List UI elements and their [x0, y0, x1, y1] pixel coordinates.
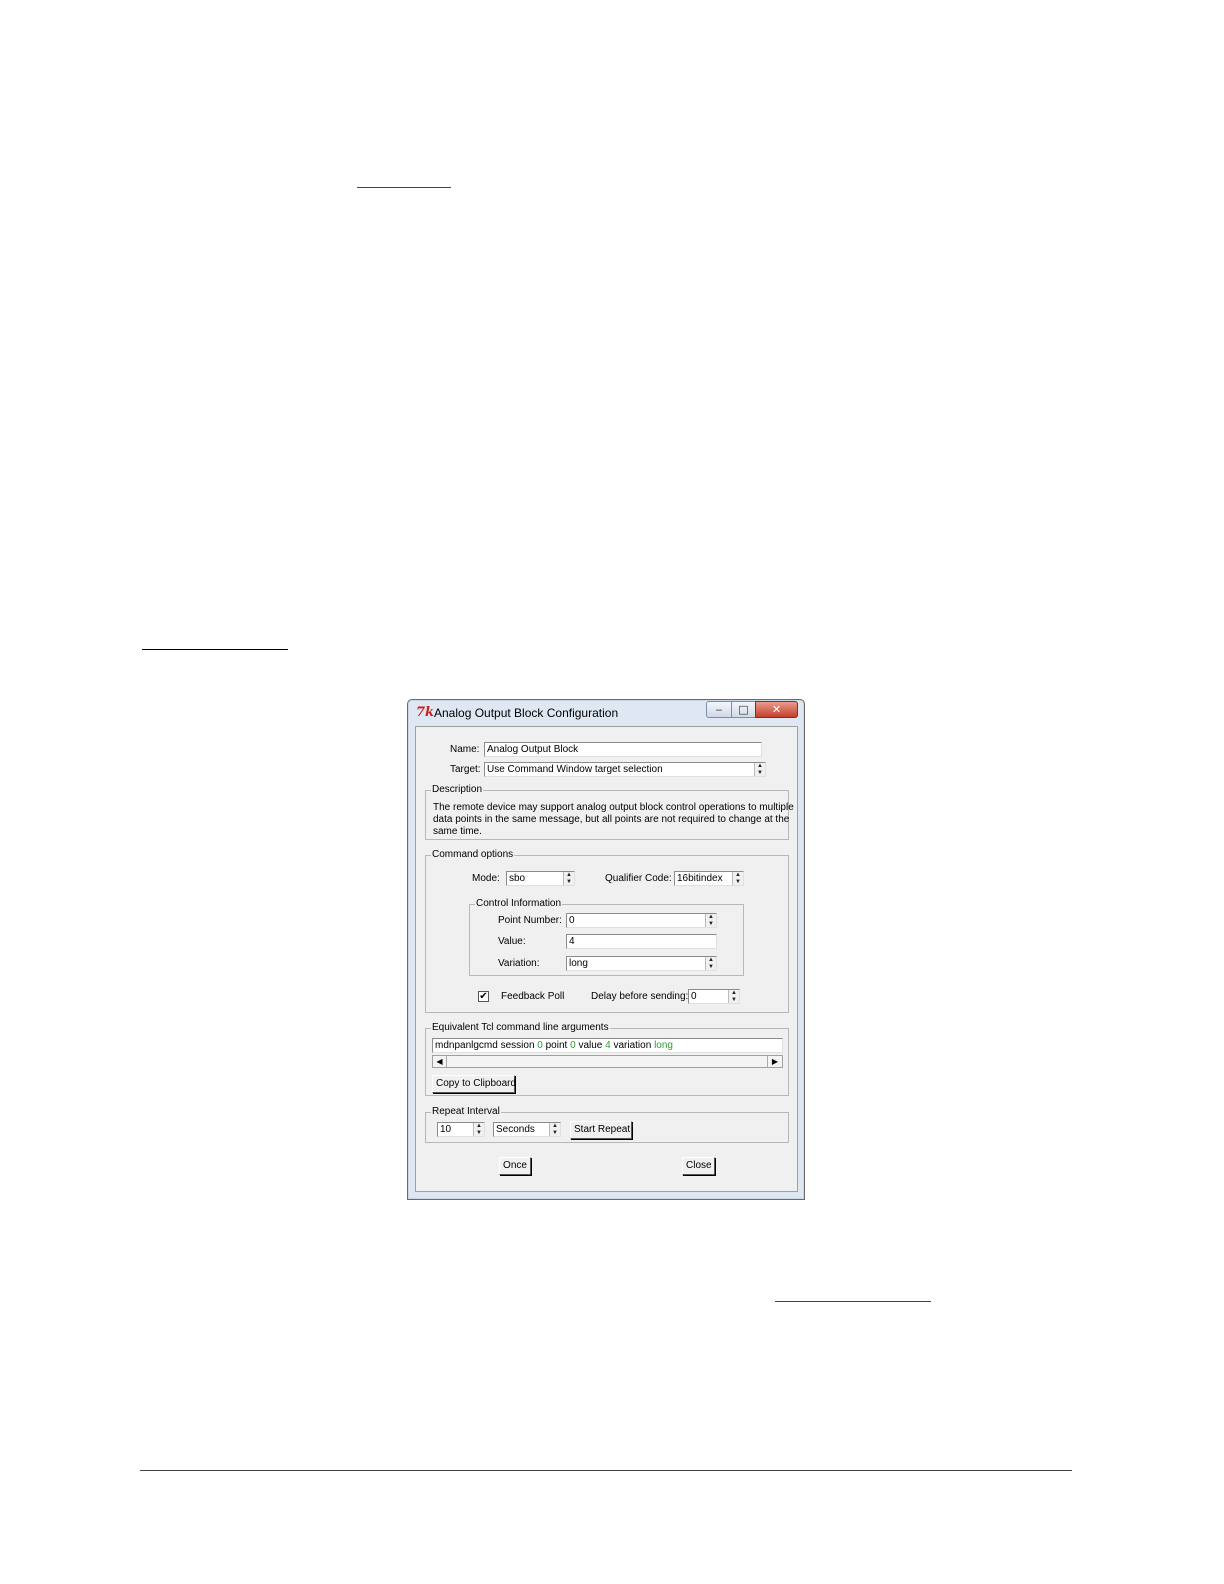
close-window-button[interactable]: ✕ [755, 701, 798, 718]
title-bar[interactable]: 7k Analog Output Block Configuration ‒ □… [408, 700, 804, 726]
scroll-right-icon[interactable]: ▶ [767, 1056, 782, 1067]
description-line-3: same time. [433, 826, 482, 837]
tcl-session-val: 0 [537, 1040, 543, 1051]
tcl-value-val: 4 [605, 1040, 611, 1051]
arrow-down-icon: ▼ [757, 769, 763, 776]
repeat-interval-input[interactable]: 10 ▲ ▼ [437, 1122, 485, 1137]
target-select[interactable]: Use Command Window target selection ▲ ▼ [484, 762, 766, 777]
qualifier-spinner[interactable]: ▲ ▼ [732, 872, 743, 885]
mode-spinner[interactable]: ▲ ▼ [563, 872, 574, 885]
mode-select[interactable]: sbo ▲ ▼ [506, 871, 575, 886]
arrow-down-icon: ▼ [731, 996, 737, 1003]
target-value: Use Command Window target selection [487, 764, 663, 775]
tcl-session-kw: session [500, 1040, 535, 1051]
point-number-value: 0 [569, 915, 575, 926]
scroll-left-icon[interactable]: ◀ [433, 1056, 447, 1067]
arrow-down-icon: ▼ [552, 1129, 558, 1136]
link-underline-bottom [775, 1301, 931, 1302]
point-number-spinner[interactable]: ▲ ▼ [705, 914, 716, 927]
qualifier-code-label: Qualifier Code: [605, 873, 672, 884]
window-title: Analog Output Block Configuration [434, 706, 619, 720]
tcl-variation-kw: variation [613, 1040, 652, 1051]
point-number-label: Point Number: [498, 915, 562, 926]
copy-to-clipboard-button[interactable]: Copy to Clipboard [432, 1075, 516, 1093]
name-label: Name: [450, 744, 480, 755]
tcl-variation-val: long [654, 1040, 673, 1051]
tk-feather-icon: 7k [416, 705, 435, 720]
repeat-interval-value: 10 [440, 1124, 452, 1135]
tcl-value-kw: value [578, 1040, 603, 1051]
target-spinner[interactable]: ▲ ▼ [754, 763, 765, 776]
tcl-horizontal-scrollbar[interactable]: ◀ ▶ [432, 1055, 783, 1068]
variation-label: Variation: [498, 958, 540, 969]
name-input[interactable]: Analog Output Block [484, 742, 762, 757]
description-group: Description The remote device may suppor… [425, 784, 794, 840]
dialog-client-area: Name: Analog Output Block Target: Use Co… [415, 726, 798, 1192]
minimize-button[interactable]: ‒ [706, 701, 732, 718]
value-label: Value: [498, 936, 526, 947]
once-button[interactable]: Once [499, 1157, 531, 1175]
arrow-down-icon: ▼ [566, 878, 572, 885]
command-options-group: Command options Mode: sbo ▲ ▼ Qualifier C… [425, 849, 789, 1013]
variation-select[interactable]: long ▲ ▼ [566, 956, 717, 971]
arrow-down-icon: ▼ [708, 920, 714, 927]
delay-spinner[interactable]: ▲ ▼ [728, 990, 739, 1003]
delay-label: Delay before sending: [591, 991, 689, 1002]
qualifier-code-select[interactable]: 16bitindex ▲ ▼ [674, 871, 744, 886]
mode-label: Mode: [472, 873, 500, 884]
description-title: Description [431, 784, 484, 796]
repeat-interval-spinner[interactable]: ▲ ▼ [473, 1123, 484, 1136]
tcl-cmd-name: mdnpanlgcmd [435, 1040, 498, 1051]
arrow-down-icon: ▼ [735, 878, 741, 885]
tcl-command-group: Equivalent Tcl command line arguments md… [425, 1022, 789, 1096]
repeat-unit-spinner[interactable]: ▲ ▼ [549, 1123, 560, 1136]
start-repeat-button[interactable]: Start Repeat [570, 1121, 632, 1139]
close-button[interactable]: Close [682, 1157, 715, 1175]
repeat-unit-select[interactable]: Seconds ▲ ▼ [493, 1122, 561, 1137]
analog-output-block-window: 7k Analog Output Block Configuration ‒ □… [407, 699, 805, 1200]
maximize-button[interactable]: □ [731, 701, 756, 718]
tcl-command-text[interactable]: mdnpanlgcmd session 0 point 0 value 4 va… [432, 1038, 783, 1053]
delay-value: 0 [691, 991, 697, 1002]
delay-input[interactable]: 0 ▲ ▼ [688, 989, 740, 1004]
qualifier-code-value: 16bitindex [677, 873, 723, 884]
repeat-interval-group: Repeat Interval 10 ▲ ▼ Seconds ▲ ▼ Start R… [425, 1106, 789, 1143]
description-line-2: data points in the same message, but all… [433, 814, 790, 825]
target-label: Target: [450, 764, 481, 775]
section-heading-rule [142, 649, 288, 650]
feedback-poll-label: Feedback Poll [501, 991, 565, 1002]
variation-value: long [569, 958, 588, 969]
link-underline-top [357, 187, 451, 188]
footer-rule [140, 1470, 1072, 1471]
command-options-title: Command options [431, 849, 515, 861]
mode-value: sbo [509, 873, 526, 884]
tcl-point-val: 0 [570, 1040, 576, 1051]
arrow-down-icon: ▼ [476, 1129, 482, 1136]
value-input[interactable]: 4 [566, 934, 717, 949]
tcl-command-title: Equivalent Tcl command line arguments [431, 1022, 610, 1034]
repeat-unit-value: Seconds [496, 1124, 535, 1135]
feedback-poll-checkbox[interactable]: ✔ [478, 991, 489, 1002]
tcl-point-kw: point [545, 1040, 568, 1051]
point-number-input[interactable]: 0 ▲ ▼ [566, 913, 717, 928]
description-line-1: The remote device may support analog out… [433, 802, 794, 813]
repeat-interval-title: Repeat Interval [431, 1106, 501, 1118]
control-information-title: Control Information [475, 898, 563, 910]
arrow-down-icon: ▼ [708, 963, 714, 970]
control-information-group: Control Information Point Number: 0 ▲ ▼ V… [469, 898, 744, 976]
variation-spinner[interactable]: ▲ ▼ [705, 957, 716, 970]
